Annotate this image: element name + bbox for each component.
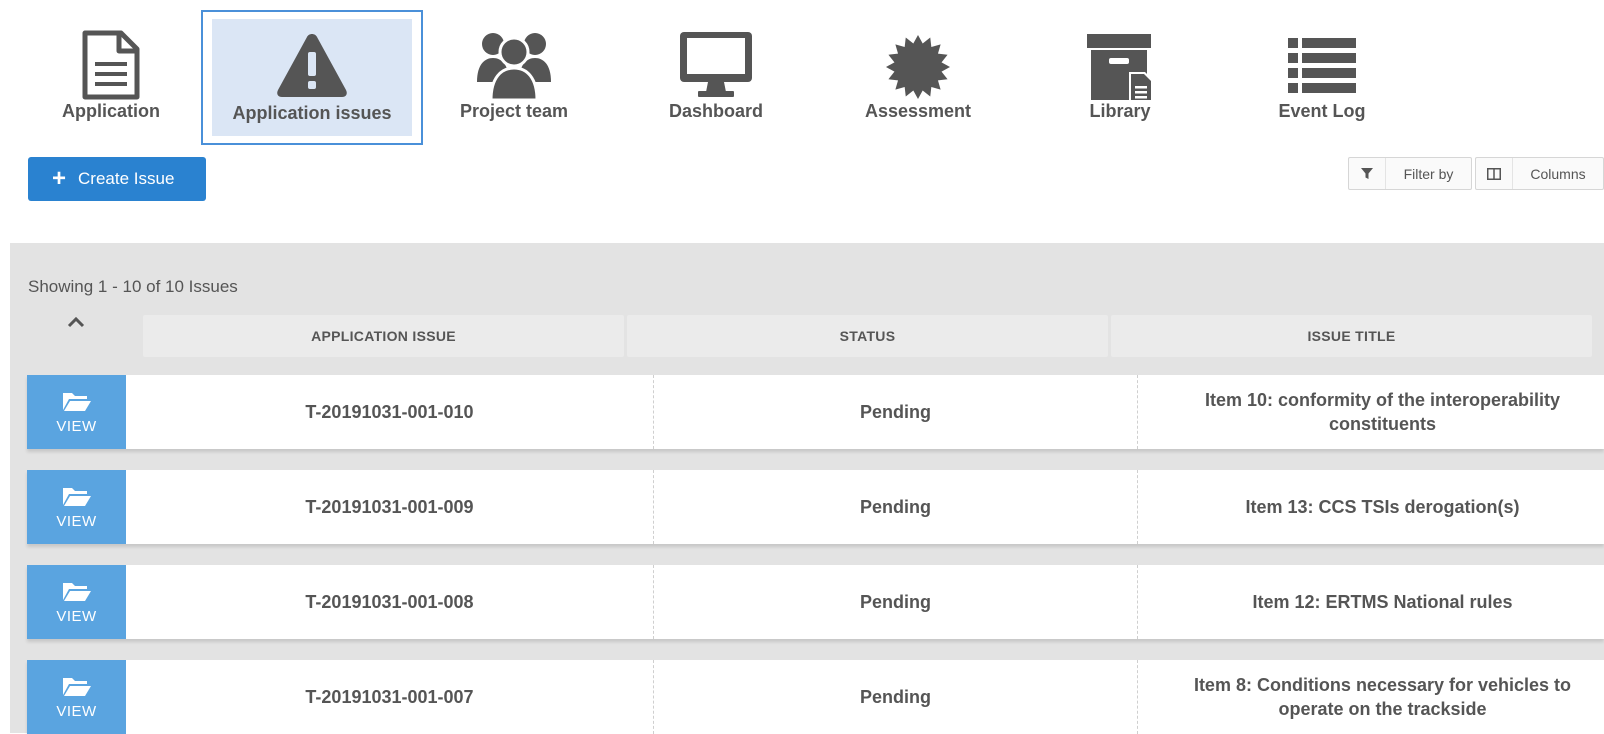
nav-label: Dashboard	[668, 101, 764, 121]
columns-label: Columns	[1530, 165, 1586, 182]
table-row: VIEW T-20191031-001-009 Pending Item 13:…	[27, 470, 1604, 544]
columns-icon	[1476, 158, 1513, 189]
archive-icon	[1009, 30, 1231, 102]
top-nav: Application Application issues Project t…	[0, 0, 1604, 150]
list-icon	[1211, 30, 1433, 102]
nav-item-application[interactable]: Application	[0, 10, 222, 145]
issues-grid: Showing 1 - 10 of 10 Issues APPLICATION …	[10, 243, 1604, 734]
folder-open-icon	[62, 485, 92, 511]
issue-status: Pending	[653, 660, 1137, 734]
nav-item-dashboard[interactable]: Dashboard	[605, 10, 827, 145]
issue-id: T-20191031-001-007	[305, 687, 474, 707]
view-button[interactable]: VIEW	[27, 565, 126, 639]
column-header-issue-title[interactable]: ISSUE TITLE	[1111, 315, 1592, 357]
nav-label: Application issues	[232, 103, 392, 123]
nav-item-event-log[interactable]: Event Log	[1211, 10, 1433, 145]
issue-title: Item 12: ERTMS National rules	[1137, 565, 1604, 639]
issue-id: T-20191031-001-009	[305, 497, 474, 517]
view-label: VIEW	[56, 607, 97, 625]
view-button[interactable]: VIEW	[27, 470, 126, 544]
results-count: Showing 1 - 10 of 10 Issues	[28, 277, 238, 296]
issue-status: Pending	[653, 375, 1137, 449]
filter-icon	[1349, 158, 1386, 189]
issue-status: Pending	[653, 470, 1137, 544]
create-issue-button[interactable]: + Create Issue	[28, 157, 206, 201]
create-issue-label: Create Issue	[78, 169, 175, 188]
view-label: VIEW	[56, 702, 97, 720]
view-label: VIEW	[56, 512, 97, 530]
nav-item-application-issues[interactable]: Application issues	[201, 10, 423, 145]
issue-status: Pending	[653, 565, 1137, 639]
folder-open-icon	[62, 580, 92, 606]
team-icon	[403, 30, 625, 102]
issue-title: Item 10: conformity of the interoperabil…	[1137, 375, 1604, 449]
view-label: VIEW	[56, 417, 97, 435]
folder-open-icon	[62, 390, 92, 416]
table-row: VIEW T-20191031-001-007 Pending Item 8: …	[27, 660, 1604, 734]
collapse-toggle[interactable]	[62, 313, 90, 335]
column-header-status[interactable]: STATUS	[627, 315, 1108, 357]
view-button[interactable]: VIEW	[27, 375, 126, 449]
issue-id: T-20191031-001-008	[305, 592, 474, 612]
issue-title: Item 13: CCS TSIs derogation(s)	[1137, 470, 1604, 544]
badge-icon	[807, 30, 1029, 102]
table-row: VIEW T-20191031-001-008 Pending Item 12:…	[27, 565, 1604, 639]
filter-by-label: Filter by	[1403, 165, 1454, 182]
nav-label: Project team	[459, 101, 569, 121]
nav-item-assessment[interactable]: Assessment	[807, 10, 1029, 145]
plus-icon: +	[52, 165, 67, 192]
nav-label: Assessment	[864, 101, 972, 121]
issue-title: Item 8: Conditions necessary for vehicle…	[1137, 660, 1604, 734]
columns-button[interactable]: Columns	[1475, 157, 1604, 190]
nav-item-project-team[interactable]: Project team	[403, 10, 625, 145]
nav-label: Application	[62, 101, 160, 121]
document-icon	[0, 30, 222, 102]
nav-label: Event Log	[1278, 101, 1366, 121]
warning-icon	[203, 32, 421, 104]
filter-by-button[interactable]: Filter by	[1348, 157, 1472, 190]
chevron-up-icon	[67, 315, 85, 333]
nav-label: Library	[1089, 101, 1151, 121]
column-header-application-issue[interactable]: APPLICATION ISSUE	[143, 315, 624, 357]
view-button[interactable]: VIEW	[27, 660, 126, 734]
nav-item-library[interactable]: Library	[1009, 10, 1231, 145]
folder-open-icon	[62, 675, 92, 701]
monitor-icon	[605, 30, 827, 102]
issue-id: T-20191031-001-010	[305, 402, 474, 422]
table-row: VIEW T-20191031-001-010 Pending Item 10:…	[27, 375, 1604, 449]
